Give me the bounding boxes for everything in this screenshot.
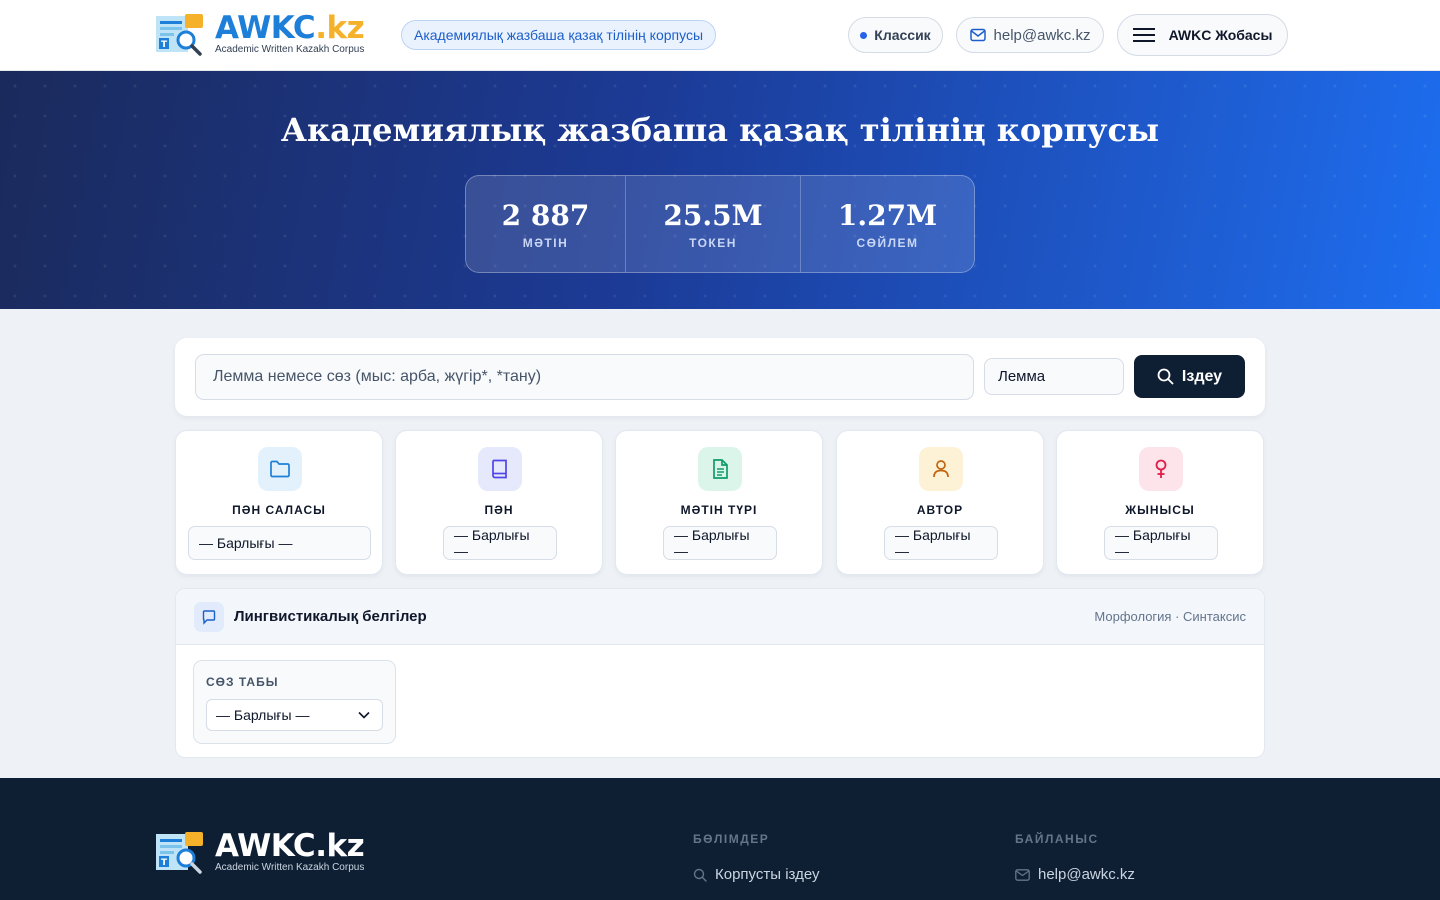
footer-contact-title: БАЙЛАНЫС	[1015, 832, 1099, 846]
filter-gender: ЖЫНЫСЫ — Барлығы —	[1056, 430, 1264, 575]
footer-logo-tld: .kz	[315, 828, 365, 864]
corpus-logo-icon: T	[156, 832, 203, 874]
search-icon	[1157, 368, 1174, 385]
filter-field-select[interactable]: — Барлығы —	[188, 526, 371, 560]
stat-value: 25.5M	[663, 198, 763, 232]
footer-logo[interactable]: T AWKC.kz Academic Written Kazakh Corpus	[155, 828, 365, 874]
comment-icon	[194, 602, 224, 632]
mail-icon	[969, 28, 986, 42]
status-dot-icon	[860, 31, 868, 39]
hamburger-menu-icon	[1132, 28, 1155, 42]
search-button-label: Іздеу	[1181, 367, 1223, 385]
project-menu-label: AWKC Жобасы	[1168, 27, 1273, 43]
search-mode-select[interactable]: Лемма	[984, 358, 1124, 395]
filter-subject-select[interactable]: — Барлығы —	[443, 526, 557, 560]
filter-text-type: МӘТІН ТҮРІ — Барлығы —	[615, 430, 823, 575]
filter-label: ПӘН САЛАСЫ	[232, 503, 326, 517]
logo-tld: .kz	[315, 10, 365, 46]
filter-subject: ПӘН — Барлығы —	[395, 430, 603, 575]
footer-sections-title: БӨЛІМДЕР	[693, 832, 770, 846]
footer: T AWKC.kz Academic Written Kazakh Corpus…	[0, 778, 1440, 900]
svg-text:T: T	[161, 40, 168, 50]
filter-author: АВТОР — Барлығы —	[836, 430, 1044, 575]
filter-field: ПӘН САЛАСЫ — Барлығы —	[175, 430, 383, 575]
stat-label: СӨЙЛЕМ	[856, 235, 919, 250]
linguistic-panel-header[interactable]: Лингвистикалық белгілер Морфология · Син…	[176, 589, 1264, 645]
footer-logo-title: AWKC	[215, 828, 316, 864]
classic-mode-label: Классик	[874, 27, 931, 43]
chevron-down-icon	[358, 711, 370, 719]
corpus-stats: 2 887 МӘТІН 25.5M ТОКЕН 1.27M СӨЙЛЕМ	[465, 175, 975, 273]
book-icon	[478, 447, 522, 491]
part-of-speech-select[interactable]: — Барлығы —	[206, 699, 383, 731]
project-menu-button[interactable]: AWKC Жобасы	[1117, 14, 1288, 56]
stat-texts: 2 887 МӘТІН	[466, 176, 626, 272]
mail-icon	[1015, 868, 1030, 881]
corpus-title-pill[interactable]: Академиялық жазбаша қазақ тілінің корпус…	[401, 20, 717, 50]
footer-search-link-label: Корпусты іздеу	[715, 866, 820, 883]
footer-email-label: help@awkc.kz	[1038, 866, 1135, 883]
search-card: Лемма немесе сөз (мыс: арба, жүгір*, *та…	[175, 338, 1265, 416]
stat-value: 1.27M	[837, 198, 938, 232]
filter-text-type-select[interactable]: — Барлығы —	[663, 526, 777, 560]
page-title: Академиялық жазбаша қазақ тілінің корпус…	[280, 111, 1160, 149]
email-button[interactable]: help@awkc.kz	[956, 17, 1104, 53]
document-icon	[698, 447, 742, 491]
logo-title: AWKC	[215, 10, 316, 46]
filter-label: ПӘН	[484, 503, 514, 517]
linguistic-panel-title: Лингвистикалық белгілер	[234, 608, 427, 625]
svg-text:T: T	[161, 858, 168, 868]
stat-tokens: 25.5M ТОКЕН	[626, 176, 801, 272]
stat-sentences: 1.27M СӨЙЛЕМ	[801, 176, 974, 272]
footer-search-link[interactable]: Корпусты іздеу	[693, 866, 820, 883]
logo-subtitle: Academic Written Kazakh Corpus	[215, 44, 365, 55]
user-icon	[919, 447, 963, 491]
folder-icon	[258, 447, 302, 491]
part-of-speech-value: — Барлығы —	[216, 707, 310, 723]
search-icon	[693, 868, 707, 882]
filter-label: АВТОР	[916, 503, 964, 517]
filter-gender-select[interactable]: — Барлығы —	[1104, 526, 1218, 560]
corpus-logo-icon: T	[156, 14, 203, 56]
search-input[interactable]: Лемма немесе сөз (мыс: арба, жүгір*, *та…	[195, 354, 974, 400]
search-button[interactable]: Іздеу	[1134, 355, 1245, 398]
part-of-speech-label: СӨЗ ТАБЫ	[206, 675, 279, 689]
footer-logo-subtitle: Academic Written Kazakh Corpus	[215, 862, 365, 873]
hero-banner: Академиялық жазбаша қазақ тілінің корпус…	[0, 71, 1440, 309]
part-of-speech-filter: СӨЗ ТАБЫ — Барлығы —	[193, 660, 396, 744]
stat-value: 2 887	[501, 198, 590, 232]
filter-label: ЖЫНЫСЫ	[1125, 503, 1195, 517]
gender-female-icon	[1139, 447, 1183, 491]
stat-label: МӘТІН	[522, 235, 569, 250]
footer-email-link[interactable]: help@awkc.kz	[1015, 866, 1135, 883]
linguistic-panel-meta: Морфология · Синтаксис	[1094, 609, 1246, 624]
classic-mode-button[interactable]: Классик	[848, 17, 943, 53]
email-label: help@awkc.kz	[993, 26, 1091, 44]
stat-label: ТОКЕН	[689, 235, 737, 250]
filter-label: МӘТІН ТҮРІ	[680, 503, 758, 517]
filter-author-select[interactable]: — Барлығы —	[884, 526, 998, 560]
top-navbar: T AWKC.kz Academic Written Kazakh Corpus…	[0, 0, 1440, 71]
site-logo[interactable]: T AWKC.kz Academic Written Kazakh Corpus	[155, 10, 365, 56]
linguistic-features-panel: Лингвистикалық белгілер Морфология · Син…	[175, 588, 1265, 758]
